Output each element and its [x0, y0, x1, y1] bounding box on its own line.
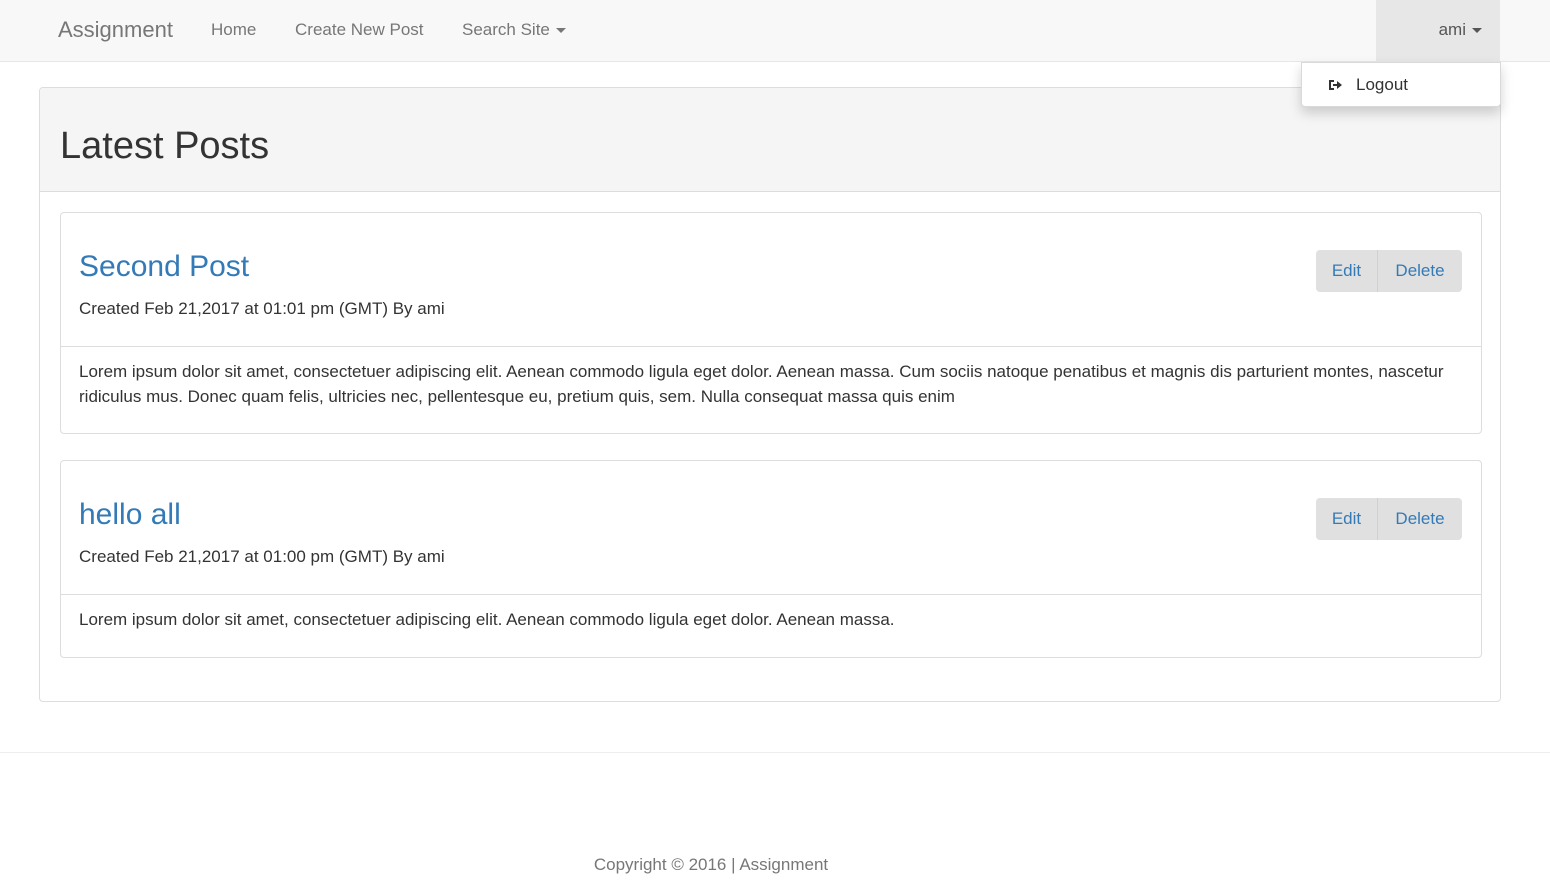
chevron-down-icon	[1472, 28, 1482, 34]
logout-icon	[1329, 80, 1342, 90]
user-name: ami	[1438, 20, 1466, 39]
post-title-link[interactable]: hello all	[79, 497, 181, 533]
post-actions: Edit Delete	[1316, 250, 1462, 292]
edit-button[interactable]: Edit	[1316, 250, 1378, 292]
nav-create-post-link[interactable]: Create New Post	[295, 19, 424, 41]
post-card: Second Post Created Feb 21,2017 at 01:01…	[60, 212, 1482, 434]
delete-button[interactable]: Delete	[1378, 498, 1462, 540]
post-title-link[interactable]: Second Post	[79, 249, 249, 285]
nav-search-site-label: Search Site	[462, 20, 550, 39]
post-header: hello all Created Feb 21,2017 at 01:00 p…	[61, 461, 1481, 595]
footer-copyright: Copyright © 2016 | Assignment	[593, 855, 829, 874]
logout-menu-item[interactable]: Logout	[1327, 74, 1408, 96]
nav-home-link[interactable]: Home	[211, 19, 256, 41]
chevron-down-icon	[555, 28, 566, 34]
edit-button[interactable]: Edit	[1316, 498, 1378, 540]
logout-label: Logout	[1356, 75, 1408, 94]
panel-heading: Latest Posts	[40, 88, 1500, 192]
user-dropdown-menu: Logout	[1301, 62, 1501, 107]
user-menu-toggle[interactable]: ami	[1376, 0, 1500, 61]
post-meta: Created Feb 21,2017 at 01:01 pm (GMT) By…	[79, 299, 445, 318]
post-actions: Edit Delete	[1316, 498, 1462, 540]
post-body: Lorem ipsum dolor sit amet, consectetuer…	[79, 610, 895, 629]
nav-search-site-dropdown[interactable]: Search Site	[462, 19, 566, 41]
latest-posts-panel: Latest Posts Second Post Created Feb 21,…	[39, 87, 1501, 702]
delete-button[interactable]: Delete	[1378, 250, 1462, 292]
post-header: Second Post Created Feb 21,2017 at 01:01…	[61, 213, 1481, 347]
post-body: Lorem ipsum dolor sit amet, consectetuer…	[79, 362, 1444, 406]
footer-divider	[0, 752, 1550, 753]
user-menu-label-wrap: ami	[1439, 19, 1482, 41]
brand-link[interactable]: Assignment	[58, 16, 173, 44]
post-card: hello all Created Feb 21,2017 at 01:00 p…	[60, 460, 1482, 658]
page-title: Latest Posts	[60, 125, 270, 167]
navbar: Assignment Home Create New Post Search S…	[0, 0, 1550, 62]
post-meta: Created Feb 21,2017 at 01:00 pm (GMT) By…	[79, 547, 445, 566]
